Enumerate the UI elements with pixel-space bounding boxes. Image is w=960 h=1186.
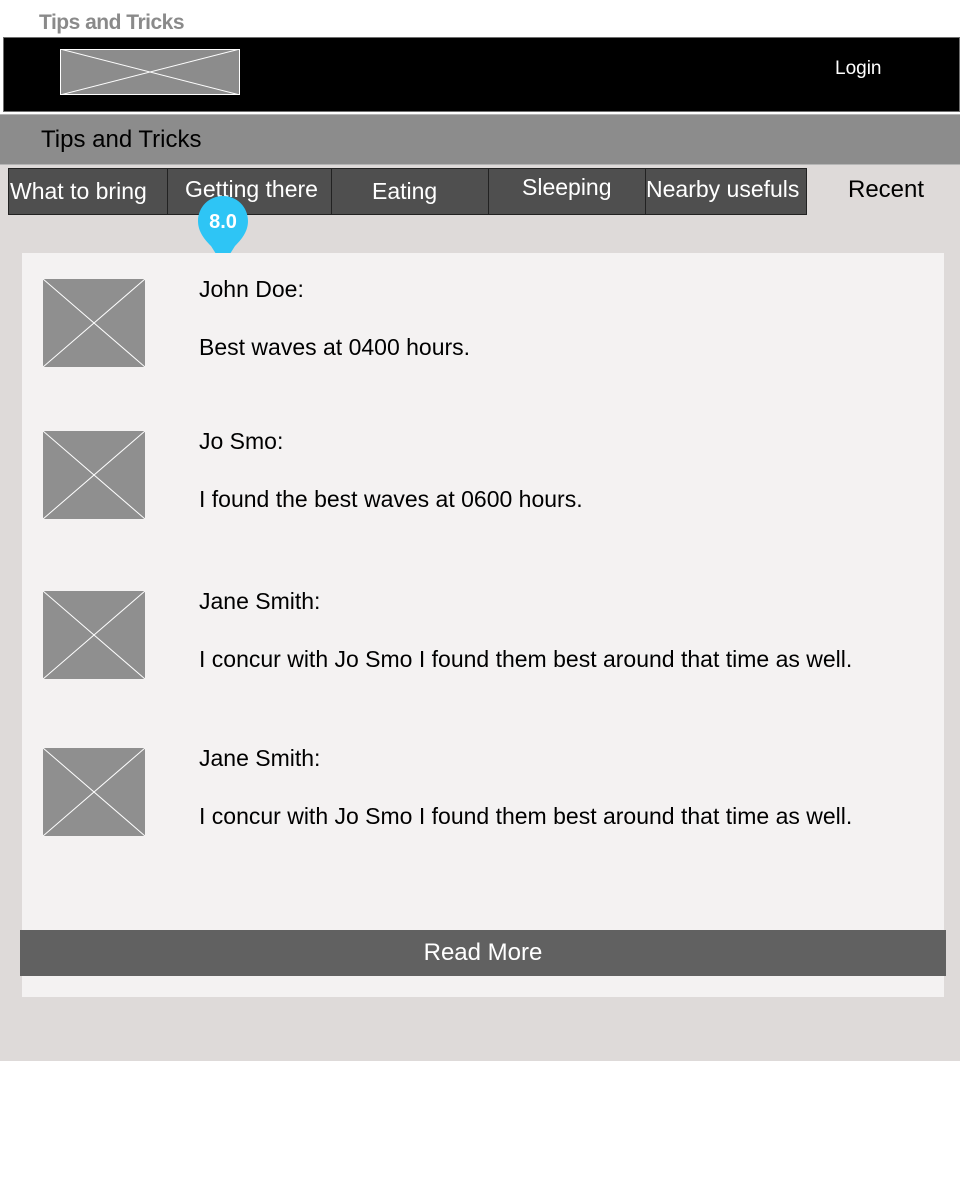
image-placeholder-icon: [43, 279, 145, 367]
comment-message: I concur with Jo Smo I found them best a…: [199, 803, 853, 829]
tab-eating[interactable]: Eating: [331, 168, 489, 215]
pin-badge-label: 8.0: [209, 211, 237, 233]
avatar: [43, 279, 145, 367]
avatar: [43, 431, 145, 519]
page-label: Tips and Tricks: [39, 11, 185, 34]
comments-panel: [22, 253, 944, 997]
image-placeholder-icon: [43, 748, 145, 836]
comment-author: John Doe:: [199, 276, 304, 302]
tab-recent[interactable]: Recent: [848, 176, 924, 204]
tab-nearby-usefuls[interactable]: Nearby usefuls: [645, 168, 807, 215]
avatar: [43, 591, 145, 679]
tab-label: Nearby usefuls: [646, 176, 800, 202]
avatar: [43, 748, 145, 836]
comment-author: Jane Smith:: [199, 588, 321, 614]
comment-author: Jane Smith:: [199, 745, 321, 771]
section-title: Tips and Tricks: [41, 126, 202, 153]
comment-author: Jo Smo:: [199, 428, 284, 454]
image-placeholder-icon: [43, 591, 145, 679]
image-placeholder-icon: [43, 431, 145, 519]
tab-what-to-bring[interactable]: What to bring: [8, 168, 168, 215]
tab-label: What to bring: [10, 178, 147, 204]
tab-sleeping[interactable]: Sleeping: [488, 168, 646, 215]
tab-label: Sleeping: [522, 174, 612, 200]
tab-label: Eating: [372, 178, 438, 204]
comment-message: I concur with Jo Smo I found them best a…: [199, 646, 853, 672]
comment-message: Best waves at 0400 hours.: [199, 334, 471, 360]
read-more-button[interactable]: Read More: [20, 930, 946, 976]
image-placeholder-icon: [60, 49, 240, 95]
logo-image-placeholder[interactable]: [60, 49, 240, 95]
tab-getting-there[interactable]: Getting there: [167, 168, 332, 215]
login-link[interactable]: Login: [835, 58, 882, 80]
comment-message: I found the best waves at 0600 hours.: [199, 486, 583, 512]
